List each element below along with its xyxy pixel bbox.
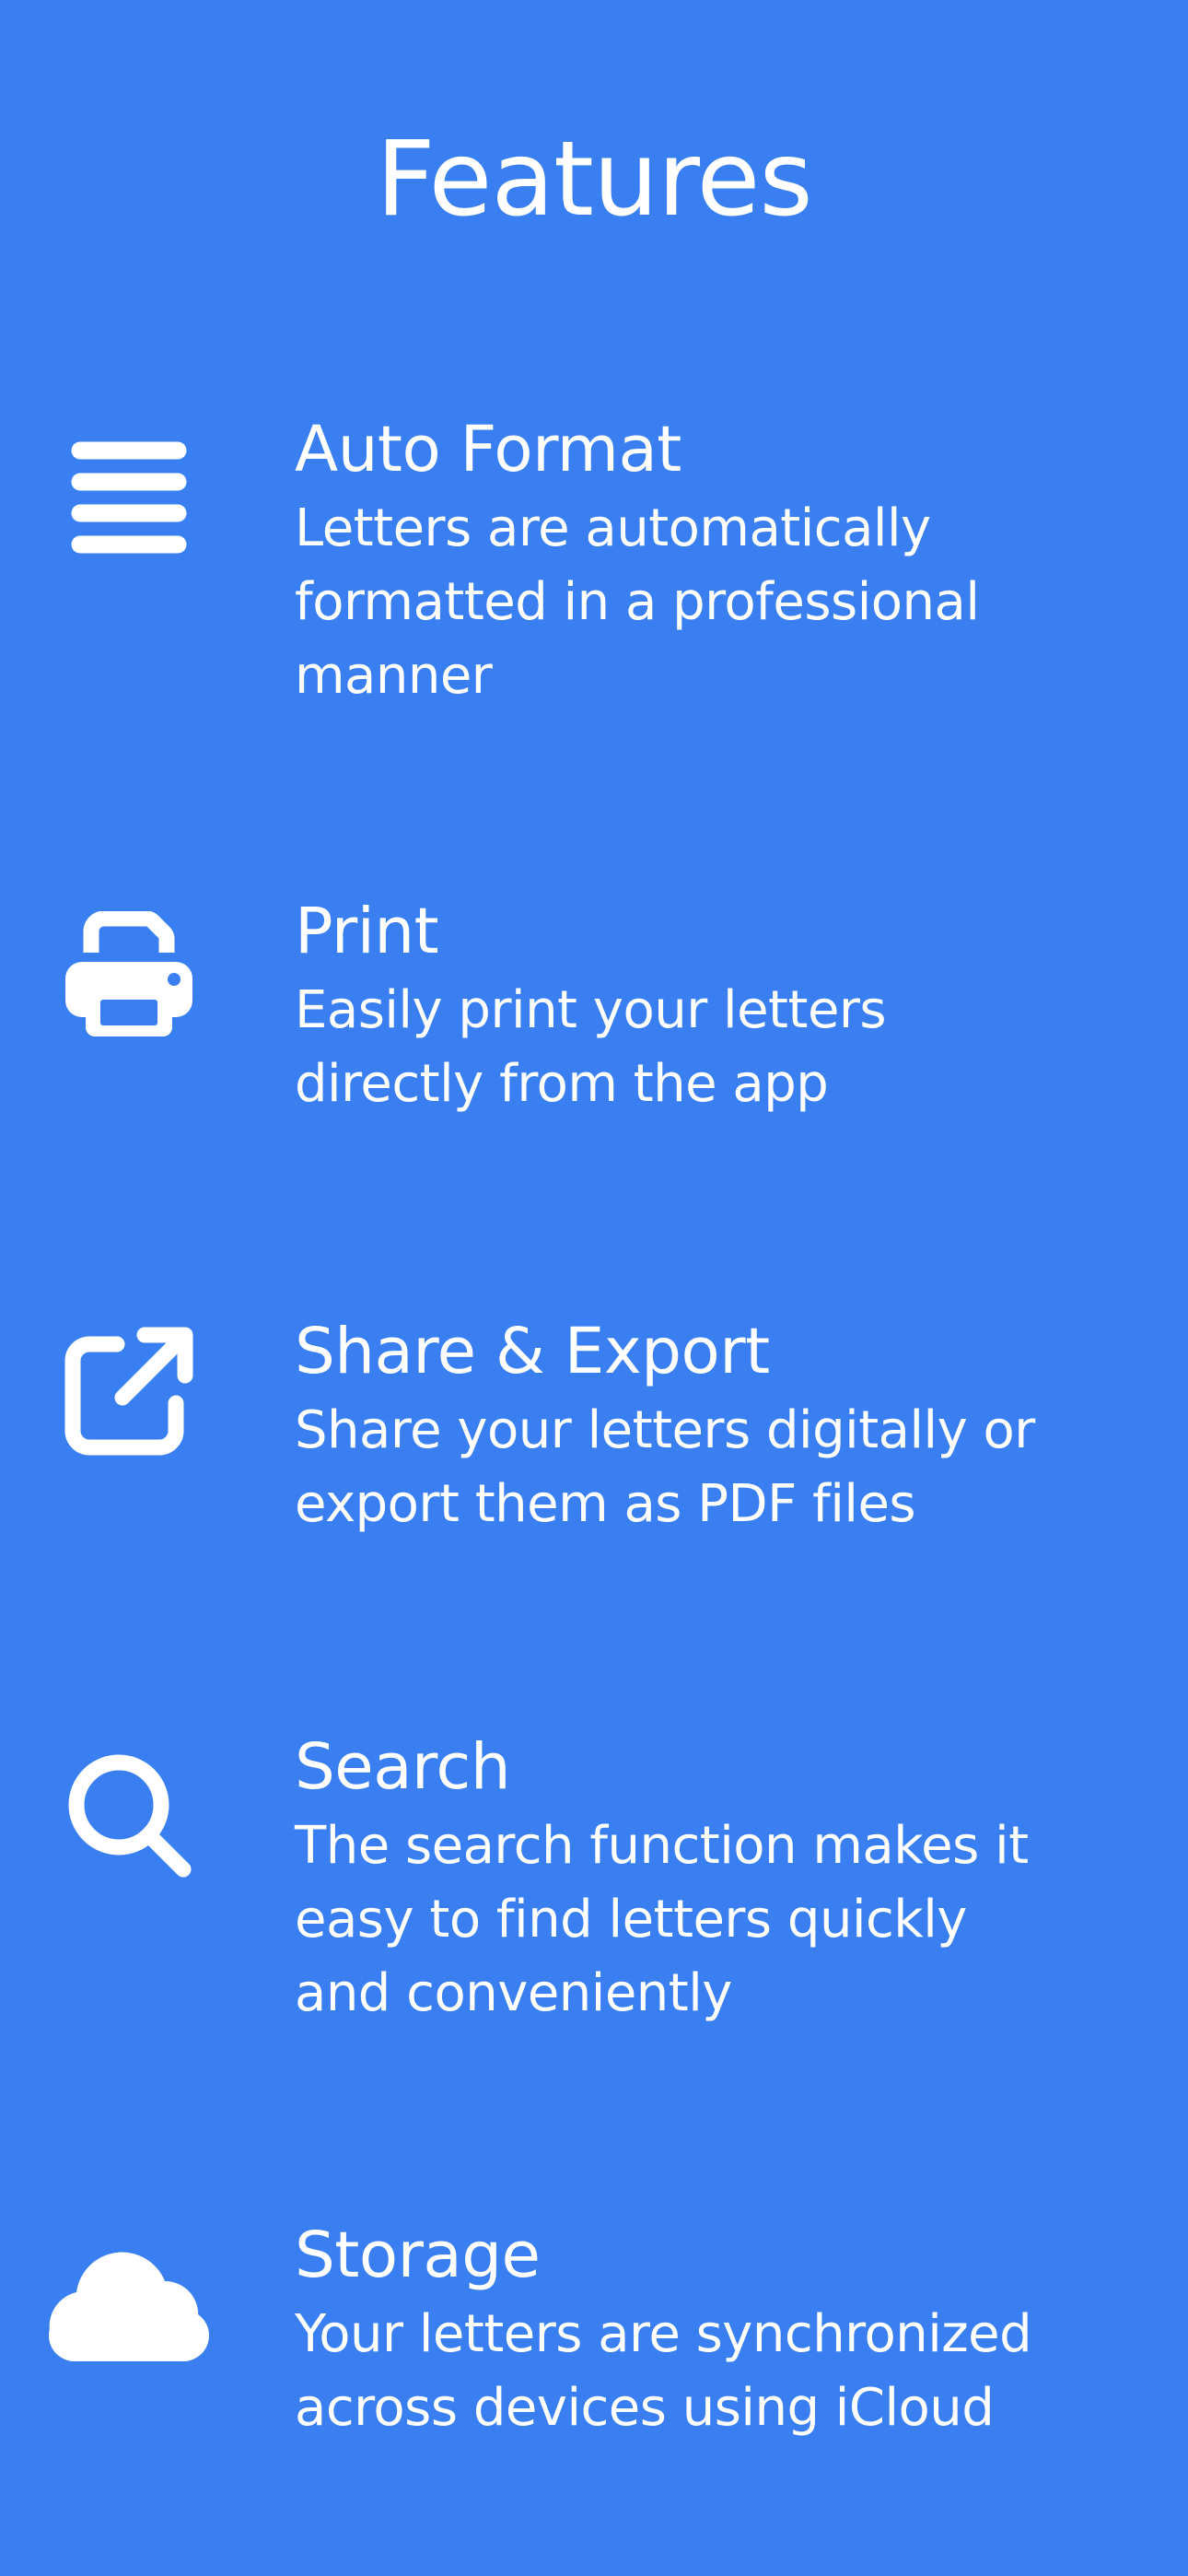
feature-description-line: The search function makes it <box>295 1816 1029 1876</box>
feature-title: Share & Export <box>295 1315 770 1388</box>
feature-title: Storage <box>295 2219 541 2292</box>
feature-title: Print <box>295 895 439 968</box>
search-icon <box>37 1723 221 1907</box>
feature-description-line: formatted in a professional <box>295 572 980 632</box>
feature-description-line: easy to find letters quickly <box>295 1890 967 1950</box>
feature-description-line: Your letters are synchronized <box>295 2304 1032 2364</box>
feature-description-line: across devices using iCloud <box>295 2378 995 2438</box>
feature-description-line: manner <box>295 646 493 706</box>
share-export-icon <box>37 1299 221 1483</box>
feature-title: Auto Format <box>295 413 681 486</box>
feature-description-line: export them as PDF files <box>295 1474 916 1534</box>
feature-description-line: Share your letters digitally or <box>295 1400 1035 1460</box>
feature-description-line: Easily print your letters <box>295 980 887 1040</box>
cloud-icon <box>37 2211 221 2395</box>
page-title: Features <box>376 120 813 240</box>
feature-description-line: directly from the app <box>295 1054 829 1114</box>
printer-icon <box>37 884 221 1069</box>
feature-description-line: and conveniently <box>295 1963 732 2023</box>
lines-icon <box>37 405 221 590</box>
feature-title: Search <box>295 1730 511 1804</box>
feature-description-line: Letters are automatically <box>295 498 931 558</box>
